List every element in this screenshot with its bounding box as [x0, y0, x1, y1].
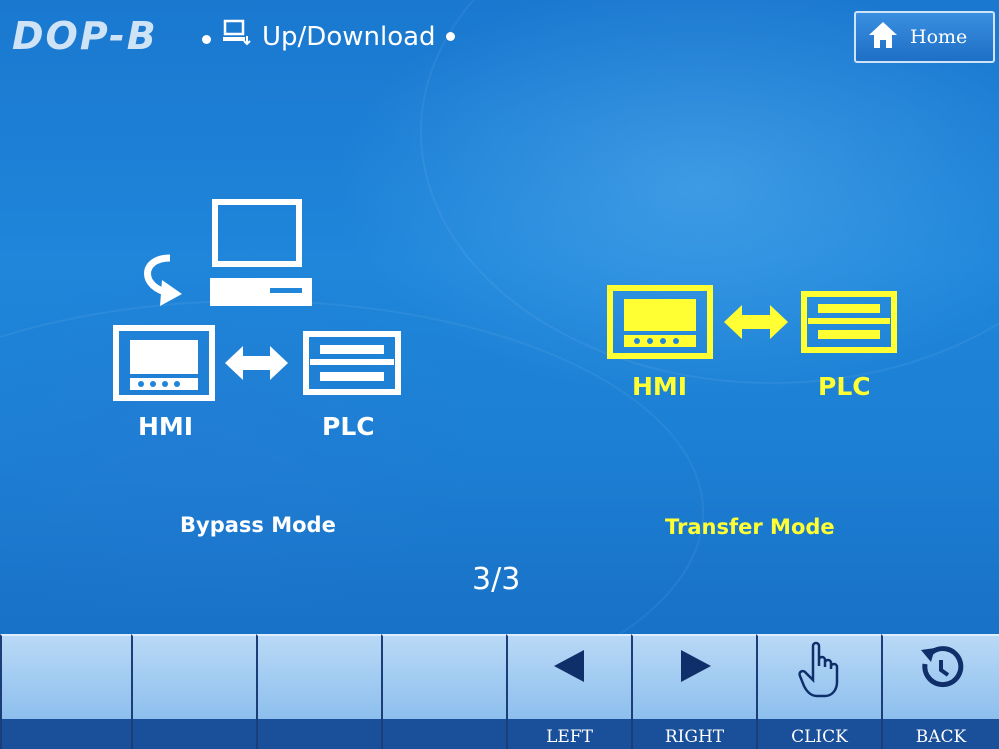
back-rotate-icon [921, 646, 964, 688]
right-button[interactable]: RIGHT [631, 634, 756, 749]
toolbar-button-label [133, 719, 256, 749]
bypass-mode-diagram-icon [113, 199, 401, 401]
separator-dot [445, 32, 455, 41]
toolbar-button-2[interactable] [131, 634, 256, 749]
transfer-plc-label: PLC [818, 372, 871, 401]
left-arrow-icon [553, 650, 584, 682]
separator-dot [202, 35, 211, 44]
toolbar-button-3[interactable] [256, 634, 381, 749]
toolbar-button-4[interactable] [381, 634, 506, 749]
toolbar-button-label [258, 719, 381, 749]
logo-text: DOP-B [12, 14, 158, 58]
left-button[interactable]: LEFT [506, 634, 631, 749]
toolbar-button-label [383, 719, 506, 749]
page-title: Up/Download [262, 21, 436, 52]
toolbar-button-label [2, 719, 131, 749]
right-button-label: RIGHT [633, 719, 756, 749]
page-indicator: 3/3 [472, 562, 521, 597]
home-label: Home [910, 26, 968, 48]
home-button[interactable]: Home [854, 11, 995, 63]
toolbar-button-1[interactable] [0, 634, 131, 749]
bypass-plc-label: PLC [322, 412, 375, 441]
left-button-label: LEFT [508, 719, 631, 749]
hand-pointer-icon [797, 641, 838, 698]
click-button-label: CLICK [758, 719, 881, 749]
bypass-mode-option[interactable]: Bypass Mode [180, 513, 336, 537]
bypass-hmi-label: HMI [138, 412, 194, 441]
screen: DOP-B Up/Download Home HMI PLC Bypass Mo… [0, 0, 999, 749]
page-title-group: Up/Download [222, 18, 455, 55]
back-button-label: BACK [883, 719, 999, 749]
computer-download-icon [222, 18, 252, 55]
transfer-hmi-label: HMI [632, 372, 688, 401]
home-icon [856, 21, 910, 54]
right-arrow-icon [680, 650, 711, 682]
click-button[interactable]: CLICK [756, 634, 881, 749]
back-button[interactable]: BACK [881, 634, 999, 749]
header-bar: DOP-B Up/Download Home [0, 0, 999, 78]
bottom-toolbar: LEFT RIGHT CLICK BACK [0, 634, 999, 749]
logo: DOP-B [12, 14, 158, 58]
transfer-mode-diagram-icon [607, 285, 897, 359]
transfer-mode-option[interactable]: Transfer Mode [665, 515, 835, 539]
